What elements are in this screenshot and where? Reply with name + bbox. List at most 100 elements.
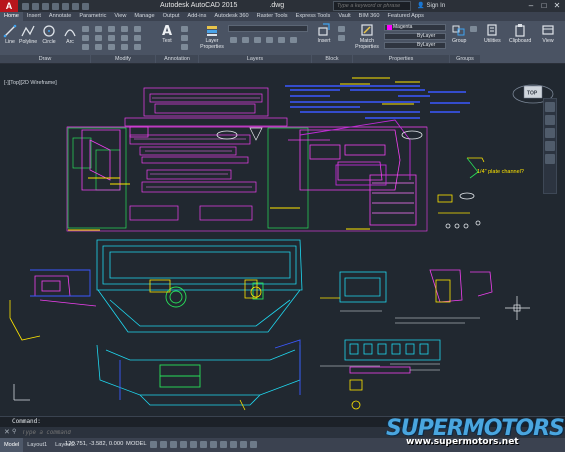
text-button[interactable]: A Text bbox=[160, 23, 174, 44]
trim-icon[interactable] bbox=[121, 26, 128, 32]
layer-off-icon[interactable] bbox=[266, 37, 273, 43]
hatch-icon[interactable] bbox=[82, 35, 89, 41]
layer-isolate-icon[interactable] bbox=[242, 37, 249, 43]
grid-icon[interactable] bbox=[150, 441, 157, 448]
layer-state-icon[interactable] bbox=[230, 37, 237, 43]
view-button[interactable]: View bbox=[541, 23, 555, 44]
pan-icon[interactable] bbox=[545, 115, 555, 125]
tab-insert[interactable]: Insert bbox=[23, 12, 45, 21]
showmotion-icon[interactable] bbox=[545, 154, 555, 164]
ungroup-icon[interactable] bbox=[470, 26, 477, 32]
dimension-icon[interactable] bbox=[181, 26, 188, 32]
snap-icon[interactable] bbox=[160, 441, 167, 448]
tab-vault[interactable]: Vault bbox=[334, 12, 354, 21]
layers-panel-title[interactable]: Layers bbox=[199, 55, 311, 63]
tab-autodesk-360[interactable]: Autodesk 360 bbox=[210, 12, 252, 21]
close-command-icon[interactable]: ✕ bbox=[4, 428, 10, 436]
lineweight-icon[interactable] bbox=[210, 441, 217, 448]
move-icon[interactable] bbox=[95, 26, 102, 32]
polar-icon[interactable] bbox=[180, 441, 187, 448]
color-dropdown[interactable]: Magenta bbox=[384, 24, 446, 31]
layer-match-icon[interactable] bbox=[290, 37, 297, 43]
scale-icon[interactable] bbox=[108, 44, 115, 50]
undo-icon[interactable] bbox=[72, 2, 79, 10]
transparency-icon[interactable] bbox=[220, 441, 227, 448]
close-button[interactable]: ✕ bbox=[551, 1, 563, 11]
tab-featured-apps[interactable]: Featured Apps bbox=[384, 12, 428, 21]
block-panel-title[interactable]: Block bbox=[312, 55, 352, 63]
draw-panel-title[interactable]: Draw bbox=[0, 55, 90, 63]
arc-button[interactable]: Arc bbox=[63, 24, 77, 45]
steering-wheel-icon[interactable] bbox=[545, 102, 555, 112]
utilities-button[interactable]: Utilities bbox=[484, 23, 501, 44]
stretch-icon[interactable] bbox=[95, 44, 102, 50]
gradient-icon[interactable] bbox=[82, 44, 89, 50]
tab-bim-360[interactable]: BIM 360 bbox=[355, 12, 384, 21]
insert-button[interactable]: Insert bbox=[317, 23, 331, 44]
tab-model[interactable]: Model bbox=[0, 438, 24, 452]
tab-raster-tools[interactable]: Raster Tools bbox=[253, 12, 292, 21]
explode-icon[interactable] bbox=[134, 35, 141, 41]
tab-manage[interactable]: Manage bbox=[130, 12, 158, 21]
command-input[interactable] bbox=[22, 428, 322, 437]
sign-in-button[interactable]: 👤 Sign In bbox=[417, 2, 445, 9]
ortho-icon[interactable] bbox=[170, 441, 177, 448]
group-button[interactable]: Group bbox=[452, 23, 466, 44]
create-block-icon[interactable] bbox=[338, 26, 345, 32]
selection-cycling-icon[interactable] bbox=[230, 441, 237, 448]
zoom-extents-icon[interactable] bbox=[545, 128, 555, 138]
redo-icon[interactable] bbox=[82, 2, 89, 10]
leader-icon[interactable] bbox=[181, 35, 188, 41]
tab-annotate[interactable]: Annotate bbox=[45, 12, 75, 21]
coordinate-readout[interactable]: 120.751, -3.582, 0.000 bbox=[65, 441, 123, 447]
search-input[interactable] bbox=[333, 1, 411, 11]
edit-block-icon[interactable] bbox=[338, 35, 345, 41]
match-properties-button[interactable]: Match Properties bbox=[354, 23, 380, 50]
annotation-scale-icon[interactable] bbox=[240, 441, 247, 448]
orbit-icon[interactable] bbox=[545, 141, 555, 151]
mirror-icon[interactable] bbox=[108, 35, 115, 41]
copy-icon[interactable] bbox=[95, 35, 102, 41]
offset-icon[interactable] bbox=[134, 44, 141, 50]
new-icon[interactable] bbox=[22, 2, 29, 10]
array-icon[interactable] bbox=[121, 44, 128, 50]
line-button[interactable]: Line bbox=[3, 24, 17, 45]
properties-panel-title[interactable]: Properties bbox=[353, 55, 449, 63]
otrack-icon[interactable] bbox=[200, 441, 207, 448]
maximize-button[interactable]: □ bbox=[538, 1, 550, 11]
tab-parametric[interactable]: Parametric bbox=[75, 12, 110, 21]
tab-express-tools[interactable]: Express Tools bbox=[292, 12, 335, 21]
workspace-icon[interactable] bbox=[250, 441, 257, 448]
tab-layout1[interactable]: Layout1 bbox=[23, 438, 51, 452]
osnap-icon[interactable] bbox=[190, 441, 197, 448]
layer-lock-icon[interactable] bbox=[278, 37, 285, 43]
tab-view[interactable]: View bbox=[110, 12, 130, 21]
viewport-controls[interactable]: [-][Top][2D Wireframe] bbox=[4, 80, 57, 86]
modify-panel-title[interactable]: Modify bbox=[91, 55, 155, 63]
rotate-icon[interactable] bbox=[108, 26, 115, 32]
tab-home[interactable]: Home bbox=[0, 12, 23, 21]
table-icon[interactable] bbox=[181, 44, 188, 50]
clipboard-button[interactable]: Clipboard bbox=[509, 23, 531, 44]
layer-properties-button[interactable]: Layer Properties bbox=[200, 23, 224, 50]
annotation-panel-title[interactable]: Annotation bbox=[156, 55, 198, 63]
linetype-dropdown[interactable]: ByLayer bbox=[384, 33, 446, 40]
lineweight-dropdown[interactable]: ByLayer bbox=[384, 42, 446, 49]
circle-button[interactable]: Circle bbox=[42, 24, 56, 45]
drawing-viewport[interactable]: 1/4" plate channel? bbox=[0, 64, 565, 416]
search-command-icon[interactable]: ⚲ bbox=[12, 428, 16, 435]
fillet-icon[interactable] bbox=[121, 35, 128, 41]
open-icon[interactable] bbox=[32, 2, 39, 10]
tab-add-ins[interactable]: Add-ins bbox=[183, 12, 210, 21]
model-space-toggle[interactable]: MODEL bbox=[126, 441, 147, 447]
save-icon[interactable] bbox=[42, 2, 49, 10]
tab-output[interactable]: Output bbox=[159, 12, 184, 21]
minimize-button[interactable]: – bbox=[525, 1, 537, 11]
erase-icon[interactable] bbox=[134, 26, 141, 32]
layer-dropdown[interactable] bbox=[228, 25, 308, 32]
print-icon[interactable] bbox=[62, 2, 69, 10]
polyline-button[interactable]: Polyline bbox=[19, 24, 37, 45]
app-menu-button[interactable]: A bbox=[0, 0, 18, 12]
save-as-icon[interactable] bbox=[52, 2, 59, 10]
groups-panel-title[interactable]: Groups bbox=[450, 55, 480, 63]
